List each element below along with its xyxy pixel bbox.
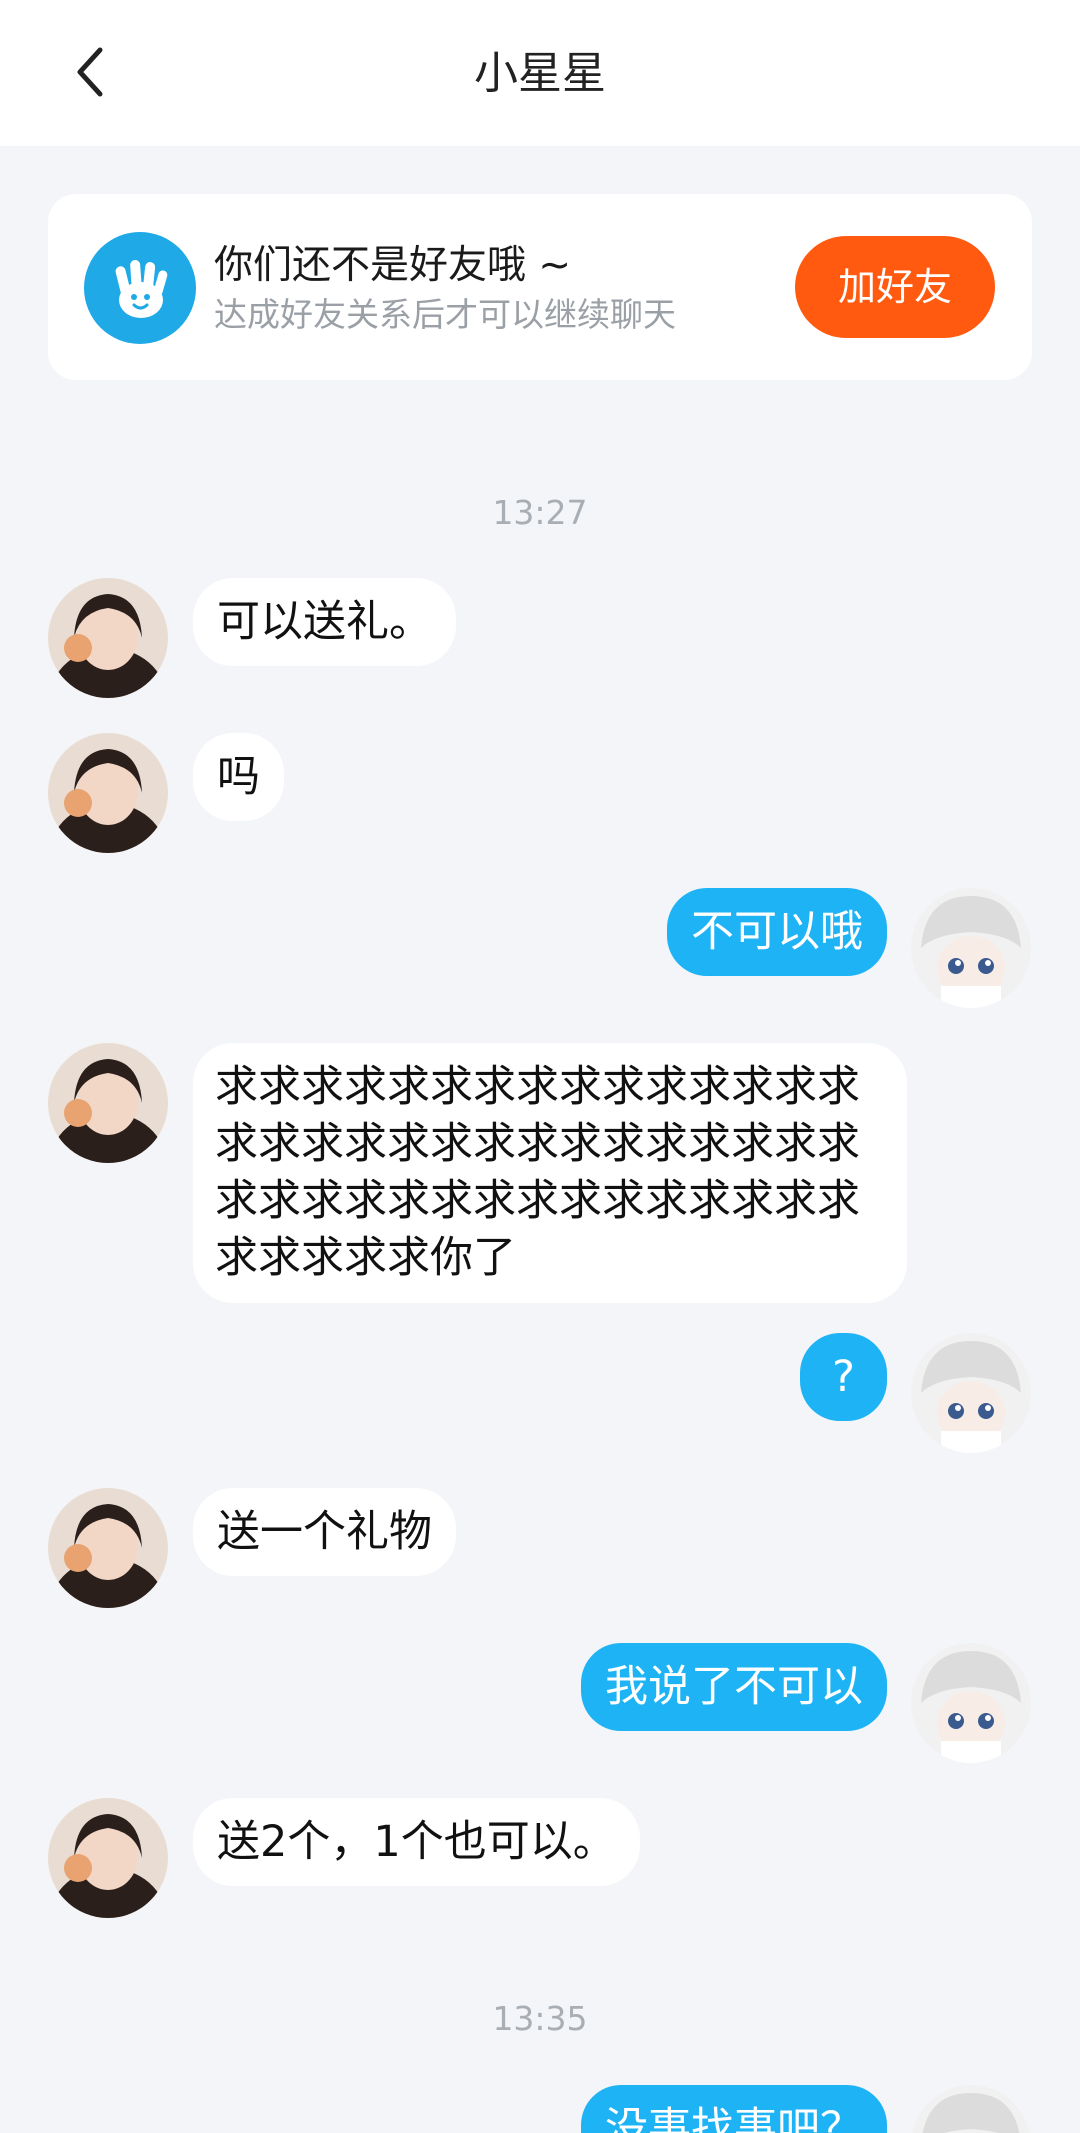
header-bar: 小星星 — [0, 0, 1080, 146]
message-timestamp: 13:35 — [492, 1999, 588, 2038]
waving-hand-icon — [84, 232, 196, 344]
message-bubble-sent[interactable]: ? — [800, 1333, 887, 1421]
message-bubble-received[interactable]: 送2个，1个也可以。 — [193, 1798, 640, 1886]
contact-avatar[interactable] — [48, 1798, 168, 1918]
message-bubble-received[interactable]: 可以送礼。 — [193, 578, 456, 666]
contact-avatar[interactable] — [48, 1488, 168, 1608]
message-bubble-sent[interactable]: 不可以哦 — [667, 888, 887, 976]
message-bubble-received[interactable]: 求求求求求求求求求求求求求求求求求求求求求求求求求求求求求求求求求求求求求求求求… — [193, 1043, 907, 1303]
not-friend-banner: 你们还不是好友哦 ~ 达成好友关系后才可以继续聊天 加好友 — [48, 194, 1032, 380]
user-avatar[interactable] — [911, 1643, 1031, 1763]
banner-subtitle: 达成好友关系后才可以继续聊天 — [214, 295, 676, 334]
message-bubble-received[interactable]: 吗 — [193, 733, 284, 821]
user-avatar[interactable] — [911, 2085, 1031, 2133]
contact-avatar[interactable] — [48, 733, 168, 853]
page-title: 小星星 — [474, 48, 606, 99]
message-bubble-sent[interactable]: 没事找事吧？ — [581, 2085, 887, 2133]
contact-avatar[interactable] — [48, 1043, 168, 1163]
message-timestamp: 13:27 — [492, 493, 588, 532]
banner-title: 你们还不是好友哦 ~ — [214, 243, 572, 288]
contact-avatar[interactable] — [48, 578, 168, 698]
message-bubble-sent[interactable]: 我说了不可以 — [581, 1643, 887, 1731]
add-friend-button[interactable]: 加好友 — [795, 236, 995, 338]
user-avatar[interactable] — [911, 888, 1031, 1008]
user-avatar[interactable] — [911, 1333, 1031, 1453]
message-bubble-received[interactable]: 送一个礼物 — [193, 1488, 456, 1576]
